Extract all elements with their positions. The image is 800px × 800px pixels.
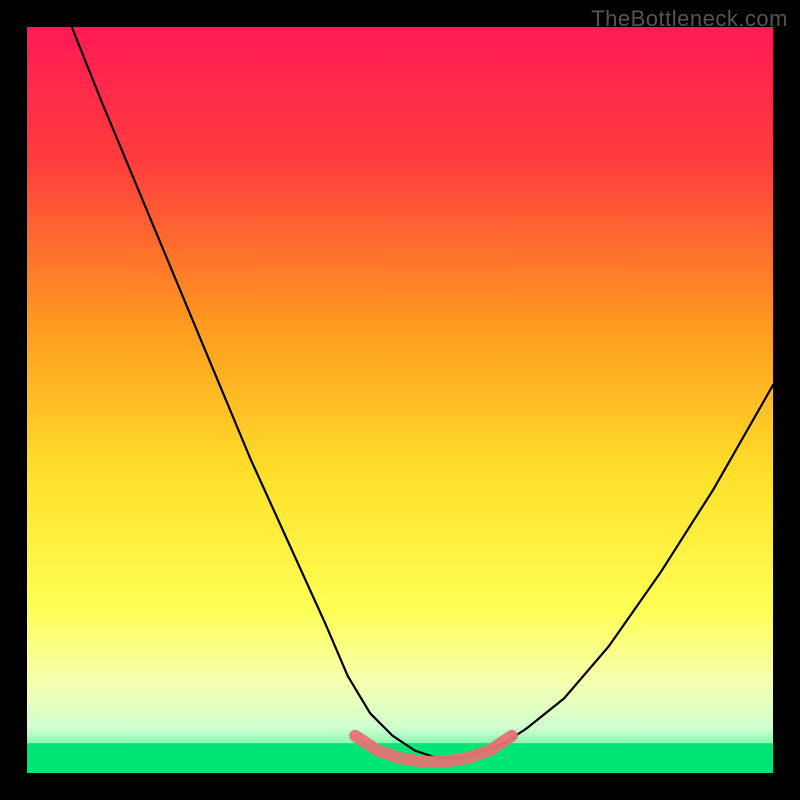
watermark-text: TheBottleneck.com [591, 6, 788, 32]
bottleneck-chart [27, 27, 773, 773]
gradient-background [27, 27, 773, 773]
plot-area [27, 27, 773, 773]
chart-frame: TheBottleneck.com [0, 0, 800, 800]
